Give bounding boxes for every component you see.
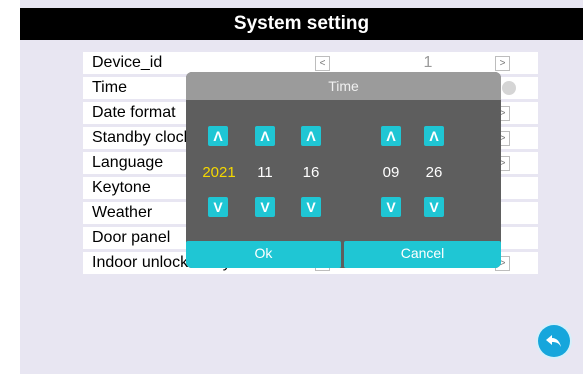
day-value: 16 bbox=[302, 164, 320, 181]
back-button[interactable] bbox=[538, 325, 570, 357]
hour-down-button[interactable]: V bbox=[381, 197, 401, 217]
setting-label: Keytone bbox=[92, 179, 151, 196]
year-up-button[interactable]: Λ bbox=[208, 126, 228, 146]
dialog-title: Time bbox=[186, 72, 501, 100]
setting-label: Date format bbox=[92, 104, 176, 121]
month-value: 11 bbox=[257, 164, 273, 181]
gear-icon[interactable] bbox=[502, 81, 516, 95]
setting-label: Language bbox=[92, 154, 164, 171]
year-value: 2021 bbox=[202, 164, 236, 181]
prev-arrow-button[interactable]: < bbox=[315, 56, 330, 71]
ok-button[interactable]: Ok bbox=[186, 241, 341, 268]
month-up-button[interactable]: Λ bbox=[255, 126, 275, 146]
minute-value: 26 bbox=[425, 164, 443, 181]
screen: System setting Device_id < 1 > Time Date… bbox=[20, 0, 583, 374]
time-dialog: Time Λ Λ Λ Λ Λ 2021 11 16 09 26 V V V V … bbox=[186, 72, 501, 268]
hour-up-button[interactable]: Λ bbox=[381, 126, 401, 146]
minute-up-button[interactable]: Λ bbox=[424, 126, 444, 146]
next-arrow-button[interactable]: > bbox=[495, 56, 510, 71]
setting-value: 1 bbox=[423, 54, 433, 71]
setting-label: Weather bbox=[92, 204, 153, 221]
setting-label: Time bbox=[92, 79, 127, 96]
hour-value: 09 bbox=[382, 164, 400, 181]
month-down-button[interactable]: V bbox=[255, 197, 275, 217]
setting-label: Standby clock bbox=[92, 129, 192, 146]
year-down-button[interactable]: V bbox=[208, 197, 228, 217]
page-title: System setting bbox=[20, 8, 583, 40]
setting-row-device-id[interactable]: Device_id < 1 > bbox=[83, 52, 538, 74]
day-up-button[interactable]: Λ bbox=[301, 126, 321, 146]
day-down-button[interactable]: V bbox=[301, 197, 321, 217]
setting-label: Door panel bbox=[92, 229, 171, 246]
minute-down-button[interactable]: V bbox=[424, 197, 444, 217]
setting-label: Device_id bbox=[92, 54, 163, 71]
back-arrow-icon bbox=[546, 335, 561, 347]
cancel-button[interactable]: Cancel bbox=[344, 241, 501, 268]
